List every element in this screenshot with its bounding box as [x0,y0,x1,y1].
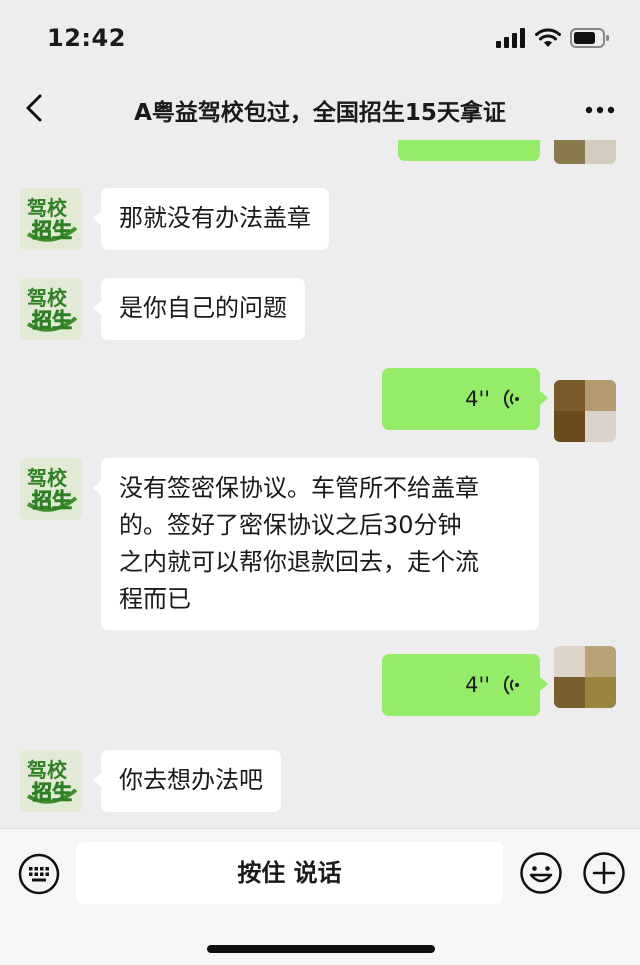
input-bar: 按住 说话 [0,828,640,965]
status-icons [496,28,610,48]
keyboard-icon[interactable] [18,853,60,895]
my-avatar[interactable] [554,140,616,164]
logo-text-line2: 招生 [32,780,72,804]
contact-avatar[interactable]: 驾校 招生 [20,188,82,250]
chat-title: A粤益驾校包过，全国招生15天拿证 [134,100,506,126]
status-bar: 12:42 [0,0,640,78]
logo-text-line2: 招生 [32,308,72,332]
more-icon[interactable] [582,92,618,128]
battery-icon [570,28,609,48]
message-line: 之内就可以帮你退款回去，走个流 [119,548,479,576]
contact-avatar[interactable]: 驾校 招生 [20,278,82,340]
message-list[interactable]: 驾校 招生 那就没有办法盖章 驾校 招生 是你自己的问题 4'' 驾校 招生 没… [0,140,640,828]
logo-text-line1: 驾校 [27,466,68,490]
driving-school-logo: 驾校 招生 [20,188,82,250]
logo-text-line2: 招生 [32,488,72,512]
message-bubble[interactable]: 是你自己的问题 [93,278,305,340]
voice-duration: 4'' [465,387,490,411]
plus-icon[interactable] [582,851,626,895]
voice-duration: 4'' [465,673,490,697]
logo-text-line1: 驾校 [27,286,68,310]
voice-message-bubble[interactable]: 4'' [382,654,548,716]
emoji-icon[interactable] [519,851,563,895]
driving-school-logo: 驾校 招生 [20,278,82,340]
back-icon[interactable] [18,90,54,126]
chat-header: A粤益驾校包过，全国招生15天拿证 [0,78,640,140]
voice-wave-icon [504,675,519,695]
message-line: 程而已 [119,585,191,613]
my-avatar[interactable] [554,380,616,442]
hold-to-talk-button[interactable]: 按住 说话 [76,842,503,904]
home-indicator[interactable] [207,945,435,953]
signal-icon [496,28,525,48]
logo-text-line1: 驾校 [27,758,68,782]
logo-text-line1: 驾校 [27,196,68,220]
message-bubble[interactable]: 那就没有办法盖章 [93,188,329,250]
driving-school-logo: 驾校 招生 [20,750,82,812]
voice-message-bubble[interactable]: 4'' [382,368,548,430]
driving-school-logo: 驾校 招生 [20,458,82,520]
my-avatar[interactable] [554,646,616,708]
voice-wave-icon [504,389,519,409]
message-bubble-partial [398,140,548,161]
logo-text-line2: 招生 [32,218,72,242]
contact-avatar[interactable]: 驾校 招生 [20,750,82,812]
message-line: 的。签好了密保协议之后30分钟 [119,511,462,539]
message-line: 没有签密保协议。车管所不给盖章 [119,474,479,502]
contact-avatar[interactable]: 驾校 招生 [20,458,82,520]
status-time: 12:42 [47,24,126,52]
message-bubble[interactable]: 你去想办法吧 [93,750,281,812]
message-bubble[interactable]: 没有签密保协议。车管所不给盖章 的。签好了密保协议之后30分钟 之内就可以帮你退… [93,458,539,630]
wifi-icon [535,28,561,47]
